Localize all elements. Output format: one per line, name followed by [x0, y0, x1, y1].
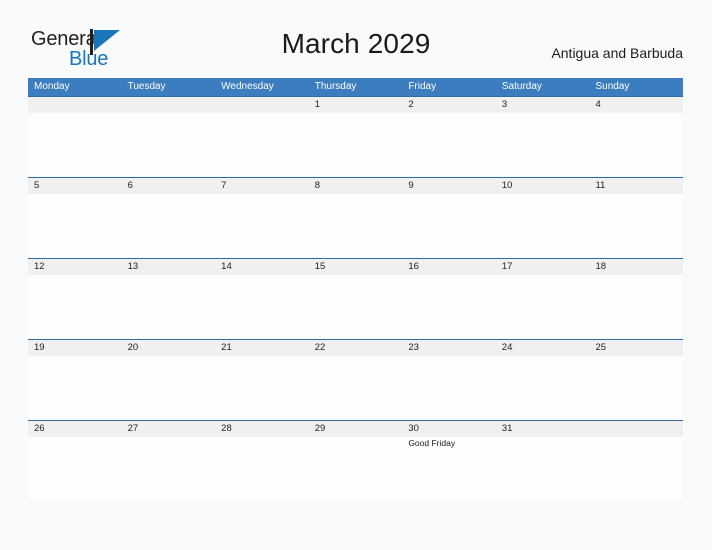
day-number[interactable]: 15 [309, 259, 403, 275]
week-row: 19 20 21 22 23 24 25 [28, 339, 683, 420]
weekday-header-thursday: Thursday [314, 81, 357, 92]
week-date-band: 1 2 3 4 [28, 96, 683, 113]
day-cell[interactable] [215, 113, 309, 176]
day-number[interactable]: 2 [402, 97, 496, 113]
week-row: 26 27 28 29 30 31 Good Friday [28, 420, 683, 501]
day-number[interactable]: 27 [122, 421, 216, 437]
day-cell[interactable] [309, 275, 403, 338]
day-number[interactable]: 6 [122, 178, 216, 194]
day-cell[interactable] [28, 275, 122, 338]
day-number[interactable]: 8 [309, 178, 403, 194]
day-number[interactable]: 31 [496, 421, 590, 437]
day-number[interactable]: 24 [496, 340, 590, 356]
day-cell[interactable] [309, 194, 403, 257]
day-cell[interactable] [309, 356, 403, 419]
day-cell[interactable] [496, 194, 590, 257]
weekday-header-sunday: Sunday [595, 81, 630, 92]
day-cell[interactable] [589, 113, 683, 176]
week-date-band: 26 27 28 29 30 31 [28, 420, 683, 437]
day-number[interactable]: 29 [309, 421, 403, 437]
day-cell[interactable] [215, 275, 309, 338]
day-cell[interactable] [589, 437, 683, 500]
day-cell[interactable] [28, 194, 122, 257]
day-cell[interactable] [28, 437, 122, 500]
calendar-table: Monday Tuesday Wednesday Thursday Friday… [28, 78, 683, 501]
day-cell[interactable] [589, 194, 683, 257]
day-cell[interactable] [215, 437, 309, 500]
day-number[interactable]: 12 [28, 259, 122, 275]
day-number[interactable]: 16 [402, 259, 496, 275]
day-number[interactable]: 17 [496, 259, 590, 275]
day-number[interactable]: 20 [122, 340, 216, 356]
day-cell[interactable] [309, 437, 403, 500]
day-cell[interactable] [309, 113, 403, 176]
weekday-header-monday: Monday [34, 81, 70, 92]
day-number[interactable]: 10 [496, 178, 590, 194]
day-number[interactable]: 23 [402, 340, 496, 356]
day-cell[interactable] [402, 113, 496, 176]
day-number[interactable]: 9 [402, 178, 496, 194]
day-cell[interactable] [122, 356, 216, 419]
day-cell[interactable] [496, 437, 590, 500]
day-cell[interactable]: Good Friday [402, 437, 496, 500]
week-row: 12 13 14 15 16 17 18 [28, 258, 683, 339]
weekday-header-saturday: Saturday [501, 81, 542, 92]
week-body-band: Good Friday [28, 437, 683, 500]
day-number[interactable]: 14 [215, 259, 309, 275]
day-cell[interactable] [496, 275, 590, 338]
day-number[interactable]: 21 [215, 340, 309, 356]
day-cell[interactable] [402, 275, 496, 338]
day-number[interactable]: 13 [122, 259, 216, 275]
weekday-header-wednesday: Wednesday [221, 81, 274, 92]
day-event-label: Good Friday [408, 438, 456, 448]
day-number[interactable]: 5 [28, 178, 122, 194]
day-cell[interactable] [28, 113, 122, 176]
day-number[interactable]: 28 [215, 421, 309, 437]
week-date-band: 5 6 7 8 9 10 11 [28, 177, 683, 194]
day-number[interactable]: 26 [28, 421, 122, 437]
day-cell[interactable] [589, 275, 683, 338]
week-body-band [28, 113, 683, 176]
day-cell[interactable] [122, 113, 216, 176]
day-cell[interactable] [215, 356, 309, 419]
day-cell[interactable] [122, 437, 216, 500]
week-body-band [28, 275, 683, 338]
day-cell[interactable] [402, 194, 496, 257]
day-cell[interactable] [496, 356, 590, 419]
day-number[interactable]: 3 [496, 97, 590, 113]
day-number[interactable]: 22 [309, 340, 403, 356]
week-body-band [28, 356, 683, 419]
weekday-header-tuesday: Tuesday [127, 81, 166, 92]
weekday-header-row: Monday Tuesday Wednesday Thursday Friday… [28, 78, 683, 96]
day-number[interactable]: 1 [309, 97, 403, 113]
day-number[interactable]: 18 [589, 259, 683, 275]
day-cell[interactable] [122, 194, 216, 257]
day-number[interactable]: 19 [28, 340, 122, 356]
week-row: 5 6 7 8 9 10 11 [28, 177, 683, 258]
calendar-page: General Blue March 2029 Antigua and Barb… [0, 0, 712, 550]
day-cell[interactable] [122, 275, 216, 338]
day-number[interactable] [28, 97, 122, 113]
day-cell[interactable] [28, 356, 122, 419]
day-number[interactable] [215, 97, 309, 113]
locale-label: Antigua and Barbuda [551, 45, 683, 61]
week-row: 1 2 3 4 [28, 96, 683, 177]
day-number[interactable]: 11 [589, 178, 683, 194]
page-header: General Blue March 2029 Antigua and Barb… [0, 0, 712, 78]
week-date-band: 12 13 14 15 16 17 18 [28, 258, 683, 275]
day-number[interactable]: 7 [215, 178, 309, 194]
day-number[interactable] [589, 421, 683, 437]
day-number[interactable]: 30 [402, 421, 496, 437]
week-body-band [28, 194, 683, 257]
day-cell[interactable] [589, 356, 683, 419]
day-number[interactable]: 4 [589, 97, 683, 113]
week-date-band: 19 20 21 22 23 24 25 [28, 339, 683, 356]
day-cell[interactable] [496, 113, 590, 176]
day-cell[interactable] [402, 356, 496, 419]
day-number[interactable] [122, 97, 216, 113]
day-number[interactable]: 25 [589, 340, 683, 356]
weekday-header-friday: Friday [408, 81, 437, 92]
day-cell[interactable] [215, 194, 309, 257]
